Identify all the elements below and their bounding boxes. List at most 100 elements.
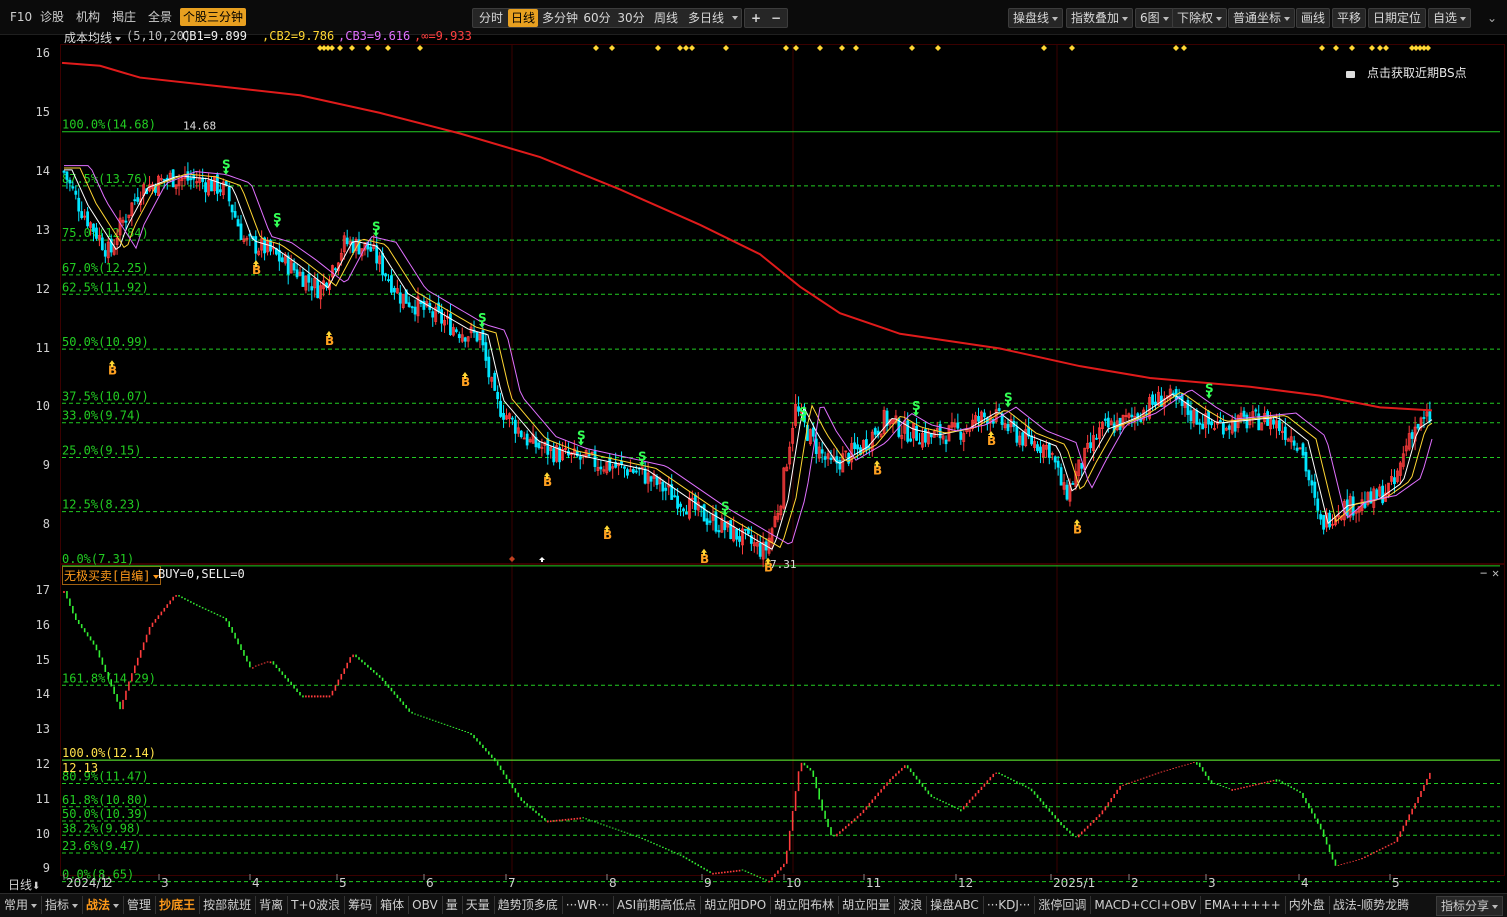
index-overlay-label: 指数叠加	[1071, 11, 1120, 25]
bottom-tab-label: 量	[445, 898, 458, 912]
x-tick-label: 4	[1301, 876, 1309, 890]
bottom-tab-label: 筹码	[348, 898, 373, 912]
cost-ma-selector[interactable]: 成本均线	[64, 29, 122, 46]
bottom-tab[interactable]: 胡立阳DPO	[700, 896, 766, 914]
bottom-tab[interactable]: 天量	[461, 896, 490, 914]
period-tab-multi-day[interactable]: 多日线	[684, 9, 728, 27]
sub-chart-pane[interactable]	[60, 564, 1505, 876]
x-tick-label: 5	[1392, 876, 1400, 890]
main-y-tick: 10	[35, 399, 50, 414]
close-icon[interactable]: ✕	[1492, 566, 1499, 580]
chevron-down-icon	[31, 903, 38, 908]
bottom-tab[interactable]: 战法	[82, 896, 120, 914]
bottom-tab[interactable]: ···KDJ···	[982, 896, 1030, 914]
bottom-tab[interactable]: ···WR···	[561, 896, 609, 914]
f10-button[interactable]: F10	[10, 8, 32, 26]
x-tick-label: 6	[426, 876, 434, 890]
bs-points-notice[interactable]: 点击获取近期BS点	[1346, 64, 1467, 81]
period-tab-daily[interactable]: 日线	[508, 9, 538, 27]
x-tick-label: 12	[958, 876, 974, 890]
zoom-out-button[interactable]: −	[767, 9, 785, 27]
index-overlay-dropdown[interactable]: 指数叠加	[1066, 8, 1134, 28]
indicator-share-label: 指标分享	[1441, 899, 1490, 913]
period-label[interactable]: 日线⬇	[8, 876, 40, 893]
bottom-tab[interactable]: 抄底王	[155, 896, 195, 914]
period-tab-60[interactable]: 60分	[582, 9, 612, 27]
bottom-tab-label: T+0波浪	[291, 898, 341, 912]
minimize-icon[interactable]: −	[1480, 566, 1487, 580]
x-tick-label: 8	[609, 876, 617, 890]
institution-button[interactable]: 机构	[76, 8, 100, 26]
period-label-text: 日线	[8, 878, 33, 892]
bottom-tab-label: 波浪	[898, 898, 923, 912]
cost-ma-label: 成本均线	[64, 31, 113, 45]
chevron-down-icon	[1460, 16, 1467, 21]
bottom-tab[interactable]: 按部就班	[199, 896, 251, 914]
sub-y-tick: 16	[35, 617, 50, 632]
bottom-tab-label: 胡立阳量	[842, 898, 891, 912]
six-chart-dropdown[interactable]: 6图	[1135, 8, 1174, 28]
diagnose-button[interactable]: 诊股	[40, 8, 64, 26]
bottom-tab-label: 常用	[4, 898, 29, 912]
chevron-down-icon[interactable]: ⌄	[1487, 9, 1497, 27]
date-locate-button[interactable]: 日期定位	[1368, 8, 1427, 28]
trading-line-dropdown[interactable]: 操盘线	[1008, 8, 1064, 28]
sub-y-tick: 17	[35, 583, 50, 597]
bottom-tab[interactable]: OBV	[408, 896, 438, 914]
bottom-tab[interactable]: 战法-顺势龙腾	[1328, 896, 1410, 914]
sub-indicator-label: 无极买卖[自编]	[64, 569, 151, 583]
period-selector: 分时 日线 多分钟 60分 30分 周线 多日线	[472, 8, 742, 28]
bottom-tab[interactable]: T+0波浪	[287, 896, 340, 914]
panorama-button[interactable]: 全景	[148, 8, 172, 26]
period-tab-weekly[interactable]: 周线	[650, 9, 682, 27]
dealer-button[interactable]: 揭庄	[112, 8, 136, 26]
watchlist-dropdown[interactable]: 自选	[1428, 8, 1472, 28]
bottom-tab[interactable]: 背离	[255, 896, 283, 914]
bottom-tab[interactable]: 管理	[123, 896, 151, 914]
x-tick-label: 2	[1131, 876, 1139, 890]
bottom-tab[interactable]: 量	[441, 896, 458, 914]
sub-indicator-selector[interactable]: 无极买卖[自编]	[62, 566, 162, 585]
bottom-tab-bar: 常用 指标 战法 管理 抄底王 按部就班 背离 T+0波浪 筹码 箱体 OBV 量天量 趋势顶多底 ···…	[0, 893, 1507, 917]
period-tab-minute[interactable]: 分时	[476, 9, 506, 27]
bottom-tab[interactable]: 操盘ABC	[926, 896, 979, 914]
bottom-tab[interactable]: 胡立阳布林	[770, 896, 834, 914]
ex-rights-dropdown[interactable]: 下除权	[1172, 8, 1228, 28]
x-tick-label: 4	[252, 876, 260, 890]
bottom-tab[interactable]: 趋势顶多底	[493, 896, 558, 914]
main-y-tick: 14	[35, 163, 50, 178]
bottom-tab-label: 指标	[45, 898, 70, 912]
period-tab-30[interactable]: 30分	[614, 9, 648, 27]
coordinate-dropdown[interactable]: 普通坐标	[1228, 8, 1296, 28]
ex-rights-label: 下除权	[1177, 11, 1214, 25]
bottom-tab[interactable]: 波浪	[894, 896, 922, 914]
pan-button[interactable]: 平移	[1332, 8, 1367, 28]
main-chart-pane[interactable]	[60, 44, 1505, 564]
bottom-tab[interactable]: ASI前期高低点	[612, 896, 696, 914]
period-tab-multi-minute[interactable]: 多分钟	[540, 9, 580, 27]
bottom-tab-label: 战法-顺势龙腾	[1332, 898, 1410, 912]
bottom-tab[interactable]: 内外盘	[1284, 896, 1325, 914]
draw-line-button[interactable]: 画线	[1296, 8, 1331, 28]
main-y-tick: 15	[35, 104, 50, 119]
zoom-in-button[interactable]: +	[747, 9, 765, 27]
bottom-tab[interactable]: 筹码	[344, 896, 372, 914]
bottom-tab[interactable]: 胡立阳量	[838, 896, 890, 914]
chevron-down-icon[interactable]	[732, 16, 738, 20]
bottom-tab[interactable]: EMA+++++	[1200, 896, 1281, 914]
chevron-down-icon	[113, 903, 120, 908]
indicator-share-dropdown[interactable]: 指标分享	[1436, 896, 1504, 916]
bottom-tab-label: EMA+++++	[1204, 898, 1281, 912]
bottom-tab[interactable]: 常用	[4, 896, 38, 914]
bottom-tab[interactable]: 箱体	[376, 896, 404, 914]
bottom-tab-label: 涨停回调	[1038, 898, 1087, 912]
cb2-value: ,CB2=9.786	[262, 29, 335, 43]
bottom-tab-label: 管理	[127, 898, 152, 912]
bottom-tab[interactable]: MACD+CCI+OBV	[1090, 896, 1196, 914]
three-minute-button[interactable]: 个股三分钟	[180, 8, 247, 26]
main-y-tick: 16	[35, 46, 50, 60]
bottom-tab[interactable]: 指标	[41, 896, 79, 914]
bottom-tab-label: 趋势顶多底	[497, 898, 558, 912]
sub-y-tick: 12	[35, 757, 50, 771]
bottom-tab[interactable]: 涨停回调	[1034, 896, 1086, 914]
